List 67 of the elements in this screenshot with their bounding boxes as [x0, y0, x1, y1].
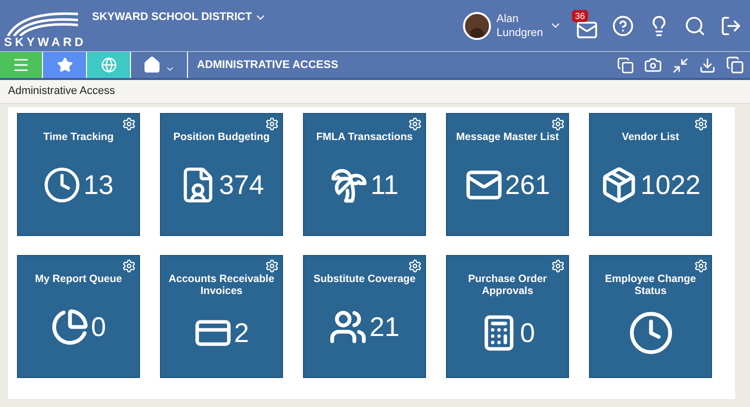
tile-count: 1022 — [640, 172, 701, 198]
download-icon[interactable] — [699, 56, 716, 74]
settings-icon[interactable] — [265, 117, 279, 131]
breadcrumb: Administrative Access — [8, 84, 115, 100]
globe-icon — [100, 57, 116, 73]
minimize-icon[interactable] — [672, 56, 689, 74]
clock-icon — [43, 166, 82, 204]
tile-count: 374 — [218, 172, 264, 198]
tile-count: 11 — [370, 172, 399, 198]
dashboard-tile[interactable]: Purchase Order Approvals 0 — [446, 255, 569, 378]
camera-icon[interactable] — [644, 56, 662, 74]
tile-title: Purchase Order Approvals — [467, 273, 548, 297]
dashboard-tile[interactable]: Substitute Coverage 21 — [303, 255, 426, 378]
settings-icon[interactable] — [694, 117, 708, 131]
settings-icon[interactable] — [265, 259, 279, 273]
menu-icon — [12, 56, 30, 74]
mail-button[interactable]: 36 — [572, 10, 598, 41]
avatar-icon — [462, 12, 490, 40]
tile-count: 13 — [83, 172, 114, 198]
tile-count: 21 — [369, 314, 400, 340]
user-menu[interactable]: Alan Lundgren — [462, 12, 562, 40]
tile-title: Message Master List — [455, 131, 560, 143]
dashboard-tile[interactable]: Time Tracking 13 — [17, 113, 140, 236]
people-icon — [329, 308, 368, 346]
tile-count: 2 — [234, 320, 250, 346]
tile-count: 0 — [90, 314, 106, 340]
star-icon — [56, 57, 72, 73]
mail-icon — [576, 19, 598, 41]
tile-title: FMLA Transactions — [315, 131, 414, 143]
copy-icon[interactable] — [617, 56, 634, 74]
dashboard-tile[interactable]: Position Budgeting 374 — [160, 113, 283, 236]
dashboard-tile[interactable]: FMLA Transactions 11 — [303, 113, 426, 236]
logout-icon[interactable] — [720, 14, 742, 36]
palm-tree-icon — [330, 166, 368, 204]
dashboard-tile[interactable]: Accounts Receivable Invoices 2 — [160, 255, 283, 378]
tile-title: Substitute Coverage — [312, 273, 417, 285]
windows-icon[interactable] — [726, 56, 744, 74]
tile-count: 261 — [504, 172, 550, 198]
tile-title: Vendor List — [620, 131, 680, 143]
settings-icon[interactable] — [551, 117, 565, 131]
settings-icon[interactable] — [122, 259, 136, 273]
search-icon[interactable] — [684, 14, 706, 36]
notification-badge: 36 — [572, 10, 588, 22]
dashboard-tile[interactable]: My Report Queue 0 — [17, 255, 140, 378]
settings-icon[interactable] — [694, 259, 708, 273]
logo-text: SKYWARD — [4, 36, 86, 48]
district-dropdown[interactable]: SKYWARD SCHOOL DISTRICT — [92, 9, 267, 26]
settings-icon[interactable] — [408, 117, 422, 131]
dashboard-tile[interactable]: Message Master List 261 — [446, 113, 569, 236]
page-title: ADMINISTRATIVE ACCESS — [187, 52, 338, 78]
logo-arcs-icon — [4, 10, 78, 36]
tile-title: Time Tracking — [42, 131, 115, 143]
pie-chart-icon — [50, 308, 89, 346]
dashboard-tile[interactable]: Vendor List 1022 — [589, 113, 712, 236]
settings-icon[interactable] — [551, 259, 565, 273]
tile-title: My Report Queue — [34, 273, 123, 285]
tile-title: Employee Change Status — [604, 273, 698, 297]
tile-title: Position Budgeting — [172, 131, 271, 143]
settings-icon[interactable] — [408, 259, 422, 273]
dashboard-tile[interactable]: Employee Change Status — [589, 255, 712, 378]
tile-title: Accounts Receivable Invoices — [168, 273, 276, 297]
tile-count: 0 — [520, 320, 536, 346]
favorites-button[interactable] — [42, 52, 86, 78]
clock-icon — [628, 310, 674, 356]
home-icon — [143, 56, 161, 74]
help-icon[interactable] — [612, 14, 634, 36]
settings-icon[interactable] — [122, 117, 136, 131]
